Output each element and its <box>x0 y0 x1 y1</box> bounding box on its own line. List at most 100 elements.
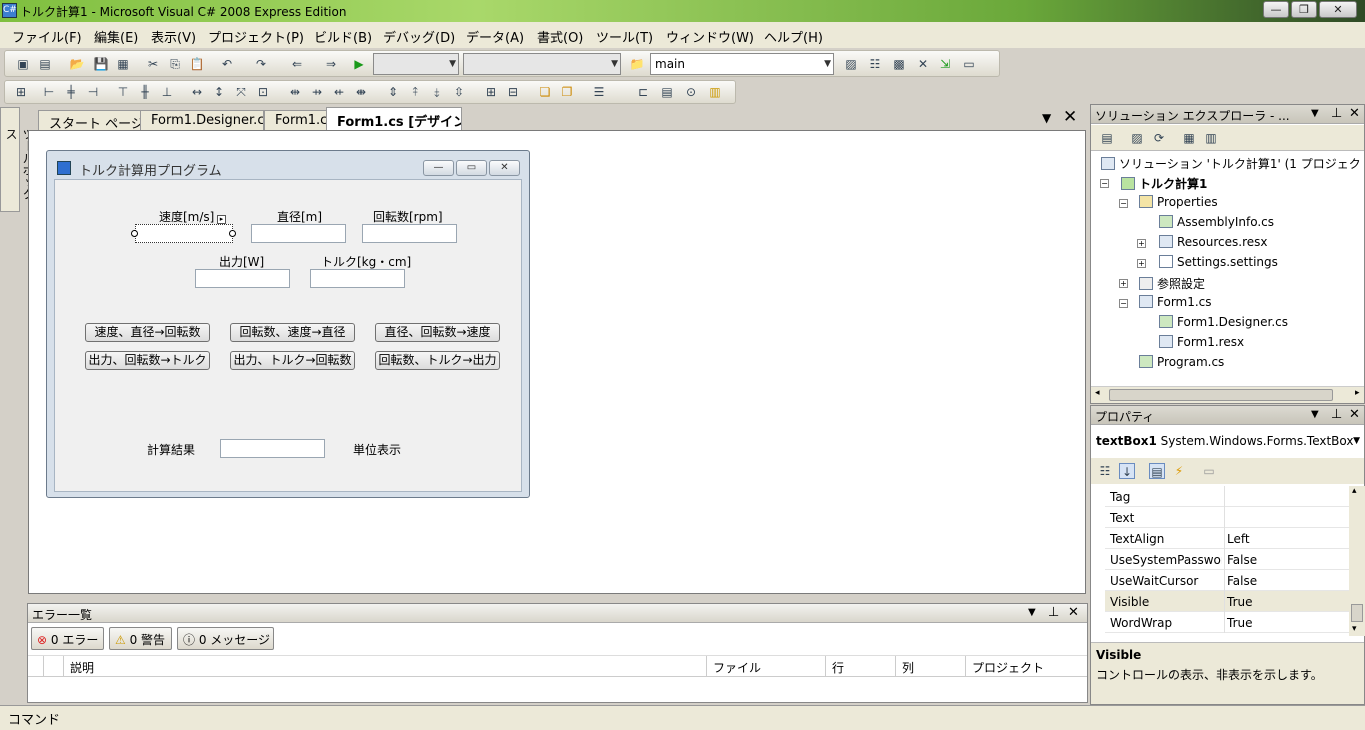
copy-icon[interactable]: ⎘ <box>167 56 183 72</box>
close-panel-icon[interactable]: ✕ <box>1349 106 1360 121</box>
scroll-down-icon[interactable]: ▾ <box>1352 624 1357 634</box>
view-code-icon[interactable]: ▦ <box>1181 130 1197 146</box>
align-right-icon[interactable]: ⊣ <box>85 84 101 100</box>
find-combo[interactable]: main ▼ <box>650 53 834 75</box>
save-all-icon[interactable]: ▦ <box>115 56 131 72</box>
properties-icon[interactable]: ▤ <box>1099 130 1115 146</box>
tree-program-cs[interactable]: Program.cs <box>1139 355 1224 369</box>
v-spacing-increase-icon[interactable]: ⤉ <box>407 84 423 100</box>
show-all-files-icon[interactable]: ▨ <box>1129 130 1145 146</box>
tree-properties[interactable]: Properties <box>1139 195 1218 209</box>
v-spacing-remove-icon[interactable]: ⇳ <box>451 84 467 100</box>
scroll-up-icon[interactable]: ▴ <box>1352 486 1357 496</box>
panel-dropdown-icon[interactable]: ▼ <box>1311 409 1319 420</box>
property-row-selected[interactable]: Visible True <box>1105 591 1349 612</box>
textbox-result[interactable] <box>220 439 325 458</box>
text-editor-icon[interactable]: ⊏ <box>635 84 651 100</box>
clipboard-icon[interactable]: ▥ <box>707 84 723 100</box>
alphabetical-icon[interactable]: ↓ <box>1119 463 1135 479</box>
save-icon[interactable]: 💾 <box>93 56 109 72</box>
center-horizontally-icon[interactable]: ⊞ <box>483 84 499 100</box>
align-left-icon[interactable]: ⊢ <box>41 84 57 100</box>
same-width-icon[interactable]: ↔ <box>189 84 205 100</box>
label-result[interactable]: 計算結果 <box>147 441 195 458</box>
button-output-torque-to-rpm[interactable]: 出力、トルク→回転数 <box>230 351 355 370</box>
tree-form1-designer[interactable]: Form1.Designer.cs <box>1159 315 1288 329</box>
tree-references[interactable]: 参照設定 <box>1139 275 1205 292</box>
categorized-icon[interactable]: ☷ <box>1097 463 1113 479</box>
close-button[interactable]: ✕ <box>1319 1 1357 18</box>
h-spacing-equal-icon[interactable]: ⇹ <box>287 84 303 100</box>
property-pages-icon[interactable]: ▭ <box>1201 463 1217 479</box>
pin-icon[interactable]: ⊥ <box>1331 407 1342 422</box>
column-project[interactable]: プロジェクト <box>966 656 1087 676</box>
textbox-torque[interactable] <box>310 269 405 288</box>
close-document-icon[interactable]: ✕ <box>1063 107 1077 127</box>
h-spacing-decrease-icon[interactable]: ⇷ <box>331 84 347 100</box>
object-selector[interactable]: textBox1 System.Windows.Forms.TextBox ▼ <box>1091 434 1364 454</box>
same-size-icon[interactable]: ⤧ <box>233 84 249 100</box>
column-severity[interactable] <box>28 656 44 676</box>
smart-tag-icon[interactable]: ▸ <box>217 215 226 224</box>
solution-explorer-icon[interactable]: ▨ <box>843 56 859 72</box>
button-rpm-speed-to-diameter[interactable]: 回転数、速度→直径 <box>230 323 355 342</box>
property-row[interactable]: Text <box>1105 507 1349 528</box>
menu-view[interactable]: 表示(V) <box>151 27 196 46</box>
new-project-icon[interactable]: ▣ <box>15 56 31 72</box>
warnings-filter-button[interactable]: ⚠ 0 警告 <box>109 627 172 650</box>
properties-view-icon[interactable]: ▤ <box>1149 463 1165 479</box>
properties-icon[interactable]: ☷ <box>867 56 883 72</box>
scroll-left-icon[interactable]: ◂ <box>1095 388 1100 398</box>
v-spacing-decrease-icon[interactable]: ⤈ <box>429 84 445 100</box>
minimize-button[interactable]: — <box>1263 1 1289 18</box>
property-row[interactable]: Tag <box>1105 486 1349 507</box>
label-diameter[interactable]: 直径[m] <box>277 208 322 225</box>
button-diameter-rpm-to-speed[interactable]: 直径、回転数→速度 <box>375 323 500 342</box>
label-speed[interactable]: 速度[m/s] <box>159 208 214 225</box>
textbox-rpm[interactable] <box>362 224 457 243</box>
panel-dropdown-icon[interactable]: ▼ <box>1311 108 1319 119</box>
button-rpm-torque-to-output[interactable]: 回転数、トルク→出力 <box>375 351 500 370</box>
paste-icon[interactable]: 📋 <box>189 56 205 72</box>
panel-dropdown-icon[interactable]: ▼ <box>1028 607 1036 618</box>
find-in-files-icon[interactable]: 📁 <box>629 56 645 72</box>
horizontal-scrollbar[interactable]: ◂ ▸ <box>1091 386 1364 403</box>
configuration-combo[interactable]: ▼ <box>373 53 459 75</box>
command-window-tab[interactable]: コマンド <box>0 705 1365 730</box>
scroll-right-icon[interactable]: ▸ <box>1355 388 1360 398</box>
menu-debug[interactable]: デバッグ(D) <box>383 27 455 46</box>
bring-to-front-icon[interactable]: ❏ <box>537 84 553 100</box>
expand-toggle[interactable]: − <box>1119 299 1128 308</box>
align-bottom-icon[interactable]: ⊥ <box>159 84 175 100</box>
menu-data[interactable]: データ(A) <box>466 27 524 46</box>
start-debug-icon[interactable]: ▶ <box>351 56 367 72</box>
expand-toggle[interactable]: + <box>1137 239 1146 248</box>
navigate-back-icon[interactable]: ⇐ <box>289 56 305 72</box>
resize-handle-left[interactable] <box>131 230 138 237</box>
tree-solution[interactable]: ソリューション 'トルク計算1' (1 プロジェク <box>1101 155 1361 172</box>
tree-form1-resx[interactable]: Form1.resx <box>1159 335 1244 349</box>
preview-icon[interactable]: ⊙ <box>683 84 699 100</box>
h-spacing-remove-icon[interactable]: ⇼ <box>353 84 369 100</box>
close-panel-icon[interactable]: ✕ <box>1349 407 1360 422</box>
open-icon[interactable]: 📂 <box>69 56 85 72</box>
menu-format[interactable]: 書式(O) <box>537 27 583 46</box>
toolbox-side-tab[interactable]: ツールボックス <box>0 107 35 212</box>
maximize-button[interactable]: ❐ <box>1291 1 1317 18</box>
menu-edit[interactable]: 編集(E) <box>94 27 138 46</box>
button-output-rpm-to-torque[interactable]: 出力、回転数→トルク <box>85 351 210 370</box>
property-row[interactable]: WordWrap True <box>1105 612 1349 633</box>
menu-tools[interactable]: ツール(T) <box>596 27 653 46</box>
tree-settings[interactable]: Settings.settings <box>1159 255 1278 269</box>
add-item-icon[interactable]: ▤ <box>37 56 53 72</box>
cut-icon[interactable]: ✂ <box>145 56 161 72</box>
column-number[interactable] <box>44 656 64 676</box>
pin-icon[interactable]: ⊥ <box>1331 106 1342 121</box>
column-file[interactable]: ファイル <box>707 656 826 676</box>
tab-order-icon[interactable]: ☰ <box>591 84 607 100</box>
expand-toggle[interactable]: − <box>1100 179 1109 188</box>
label-unit[interactable]: 単位表示 <box>353 441 401 458</box>
label-torque[interactable]: トルク[kg・cm] <box>321 253 411 270</box>
expand-toggle[interactable]: − <box>1119 199 1128 208</box>
property-row[interactable]: UseWaitCursor False <box>1105 570 1349 591</box>
